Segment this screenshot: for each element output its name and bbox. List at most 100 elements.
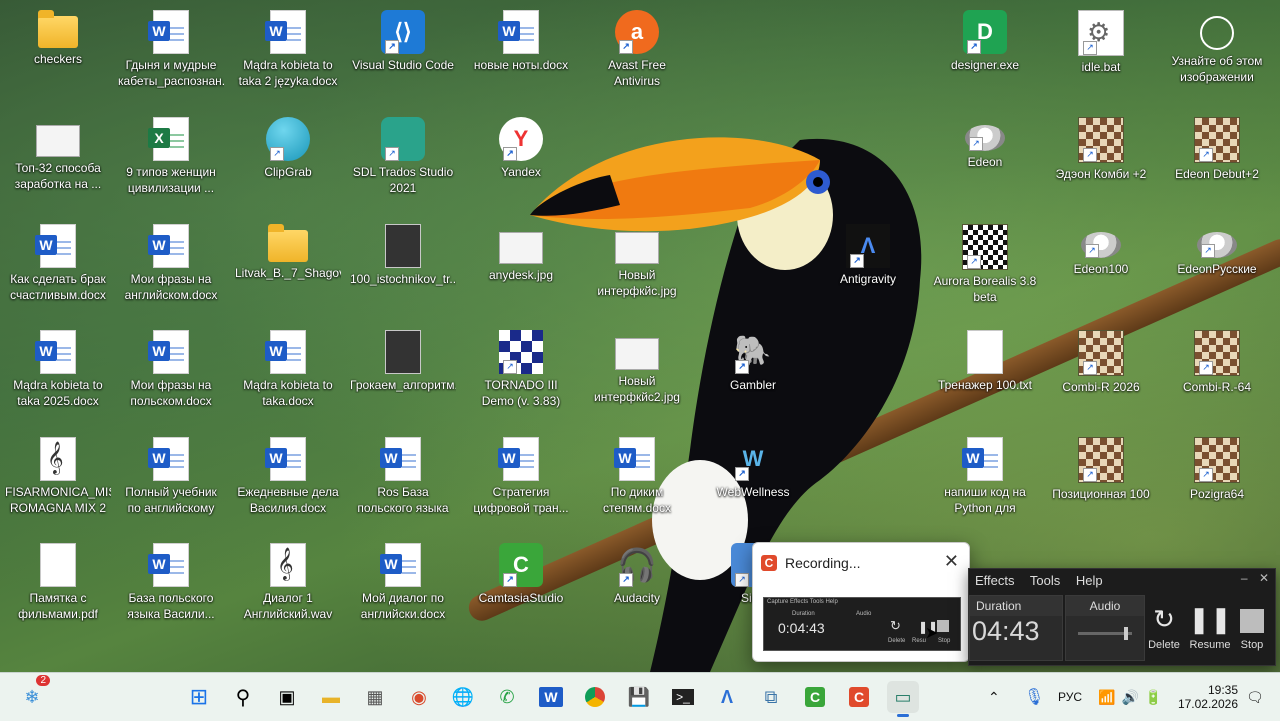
desktop-icon[interactable]: Полный учебник по английскому Мих... xyxy=(118,431,224,535)
desktop-icon[interactable]: ↗ ClipGrab xyxy=(235,111,341,215)
desktop-icon[interactable]: ↗ idle.bat xyxy=(1048,4,1154,108)
desktop-icon[interactable]: ↗ Pozigra64 xyxy=(1164,431,1270,535)
desktop-icon[interactable]: anydesk.jpg xyxy=(468,218,574,322)
clipgrab-icon: ↗ xyxy=(266,117,310,161)
save-app-button[interactable]: 💾 xyxy=(623,681,655,713)
desktop-icon[interactable]: ↗ SDL Trados Studio 2021 xyxy=(350,111,456,215)
desktop-icon[interactable]: ↗ Edeon xyxy=(932,111,1038,215)
close-icon[interactable]: ✕ xyxy=(944,551,959,572)
desktop-icon[interactable]: ↗ Combi-R.-64 xyxy=(1164,324,1270,428)
task-view-button[interactable]: ▣ xyxy=(271,681,303,713)
desktop-icon[interactable]: ↗ TORNADO III Demo (v. 3.83) xyxy=(468,324,574,428)
camtasia-recorder-button[interactable]: C xyxy=(843,681,875,713)
desktop-icon[interactable]: ↗ Aurora Borealis 3.8 beta xyxy=(932,218,1038,322)
recording-popup[interactable]: C Recording... ✕ Capture Effects Tools H… xyxy=(752,542,970,662)
desktop-icon-label: 9 типов женщин цивилизации ... xyxy=(126,165,216,195)
recording-window-button[interactable]: ▭ xyxy=(887,681,919,717)
python-button[interactable]: ⧉ xyxy=(755,681,787,713)
word-document-icon xyxy=(380,543,421,587)
desktop-icon[interactable]: 🎧 ↗ Audacity xyxy=(584,537,690,641)
file-explorer-button[interactable]: ▬ xyxy=(315,681,347,713)
chrome-button[interactable] xyxy=(579,681,611,713)
start-button[interactable]: ⊞ xyxy=(183,681,215,713)
antigravity-button[interactable]: Λ xyxy=(711,681,743,713)
desktop-icon[interactable]: D ↗ designer.exe xyxy=(932,4,1038,108)
menu-tools[interactable]: Tools xyxy=(1030,573,1060,588)
desktop-icon[interactable]: Тренажер 100.txt xyxy=(932,324,1038,428)
globe-app-button[interactable]: 🌐 xyxy=(447,681,479,713)
network-volume-battery[interactable]: 📶 🔊 🔋 xyxy=(1098,673,1162,721)
language-indicator[interactable]: РУС xyxy=(1058,673,1082,721)
desktop-icon[interactable]: Мои фразы на английском.docx xyxy=(118,218,224,322)
desktop-icon[interactable]: Узнайте об этом изображении xyxy=(1164,4,1270,108)
audio-slider-handle[interactable] xyxy=(1124,627,1128,640)
desktop-icon[interactable]: База польского языка Васили... xyxy=(118,537,224,641)
word-button[interactable]: W xyxy=(535,681,567,713)
desktop-icon[interactable]: Ros База польского языка Василия На... xyxy=(350,431,456,535)
desktop-icon-label: Эдэон Комби +2 xyxy=(1055,167,1147,181)
menu-effects[interactable]: Effects xyxy=(975,573,1015,588)
desktop-icon[interactable]: Стратегия цифровой тран... xyxy=(468,431,574,535)
desktop-icon[interactable]: Новый интерфкйс2.jpg xyxy=(584,324,690,428)
desktop-icon[interactable]: 100_istochnikov_tr... xyxy=(350,218,456,322)
desktop-icon[interactable]: Mądra kobieta to taka 2025.docx xyxy=(5,324,111,428)
desktop-icon[interactable]: Новый интерфкйс.jpg xyxy=(584,218,690,322)
desktop-icon[interactable]: ⟨⟩ ↗ Visual Studio Code xyxy=(350,4,456,108)
desktop-icon[interactable]: Топ-32 способа заработка на ... xyxy=(5,111,111,215)
desktop-icon-label: Памятка с фильмами.pdf xyxy=(18,591,98,621)
desktop-icon[interactable]: Гдыня и мудрые кабеты_распознан... xyxy=(118,4,224,108)
desktop-icon[interactable]: a ↗ Avast Free Antivirus xyxy=(584,4,690,108)
desktop-icon[interactable]: ↗ Combi-R 2026 xyxy=(1048,324,1154,428)
desktop-icon[interactable]: ↗ Эдэон Комби +2 xyxy=(1048,111,1154,215)
whatsapp-button[interactable]: ✆ xyxy=(491,681,523,713)
chrome-canary-button[interactable]: ◉ xyxy=(403,681,435,713)
stop-button[interactable]: Stop xyxy=(1227,599,1277,651)
word-document-icon xyxy=(498,437,539,481)
music-file-icon xyxy=(40,437,76,481)
close-icon[interactable]: ✕ xyxy=(1259,571,1269,585)
desktop-icon[interactable]: Y ↗ Yandex xyxy=(468,111,574,215)
desktop-icon[interactable]: ↗ Edeon100 xyxy=(1048,218,1154,322)
microphone-indicator[interactable]: 🎙 xyxy=(1024,673,1044,721)
desktop-icon[interactable]: Litvak_B._7_Shagov... xyxy=(235,218,341,322)
desktop-icon[interactable]: Mądra kobieta to taka.docx xyxy=(235,324,341,428)
desktop-icon[interactable]: ↗ Edeon Debut+2 xyxy=(1164,111,1270,215)
notification-center[interactable]: 🗨 xyxy=(1246,673,1264,721)
disk-icon: ↗ xyxy=(1197,232,1237,258)
delete-button[interactable]: ↻ Delete xyxy=(1139,599,1189,651)
camtasia-studio-button[interactable]: C xyxy=(799,681,831,713)
desktop-icon[interactable]: W ↗ WebWellness xyxy=(700,431,806,535)
desktop-icon[interactable]: Λ ↗ Antigravity xyxy=(815,218,921,322)
desktop-icon[interactable]: FISARMONICA_MISS ROMAGNA MIX 2 (... xyxy=(5,431,111,535)
terminal-button[interactable]: >_ xyxy=(667,681,699,713)
menu-help[interactable]: Help xyxy=(1076,573,1103,588)
minimize-icon[interactable]: – xyxy=(1241,571,1248,585)
widgets-button[interactable]: ❄ 2 xyxy=(16,675,50,713)
desktop-icon-label: Диалог 1 Английский.wav xyxy=(243,591,333,621)
clock[interactable]: 19:35 17.02.2026 xyxy=(1178,673,1238,721)
show-hidden-icons[interactable]: ⌃ xyxy=(988,673,1000,721)
desktop-icon[interactable]: ↗ Позиционная 100 xyxy=(1048,431,1154,535)
desktop-icon[interactable]: Ежедневные дела Василия.docx xyxy=(235,431,341,535)
desktop-icon[interactable]: 9 типов женщин цивилизации ... xyxy=(118,111,224,215)
desktop-icon[interactable]: Mądra kobieta to taka 2 języka.docx xyxy=(235,4,341,108)
desktop-icon[interactable]: Как сделать брак счастливым.docx xyxy=(5,218,111,322)
desktop-icon[interactable]: ↗ EdeonРусские xyxy=(1164,218,1270,322)
calculator-button[interactable]: ▦ xyxy=(359,681,391,713)
search-button[interactable]: ⚲ xyxy=(227,681,259,713)
desktop-icon[interactable]: Мои фразы на польском.docx xyxy=(118,324,224,428)
audio-panel: Audio xyxy=(1065,595,1145,661)
desktop-icon[interactable]: C ↗ CamtasiaStudio xyxy=(468,537,574,641)
desktop-icon[interactable]: Диалог 1 Английский.wav xyxy=(235,537,341,641)
desktop-icon[interactable]: Памятка с фильмами.pdf xyxy=(5,537,111,641)
chess-board-icon: ↗ xyxy=(1194,330,1240,376)
desktop-icon[interactable]: Мой диалог по английски.docx xyxy=(350,537,456,641)
desktop-icon[interactable]: напиши код на Python для создан... xyxy=(932,431,1038,535)
desktop-icon[interactable]: checkers xyxy=(5,4,111,108)
desktop-icon[interactable]: По диким степям.docx xyxy=(584,431,690,535)
desktop-icon[interactable]: 🐘 ↗ Gambler xyxy=(700,324,806,428)
chess-board-icon: ↗ xyxy=(1194,437,1240,483)
desktop-icon[interactable]: новые ноты.docx xyxy=(468,4,574,108)
desktop-icon[interactable]: Грокаем_алгоритм... xyxy=(350,324,456,428)
audio-slider[interactable] xyxy=(1078,627,1132,640)
